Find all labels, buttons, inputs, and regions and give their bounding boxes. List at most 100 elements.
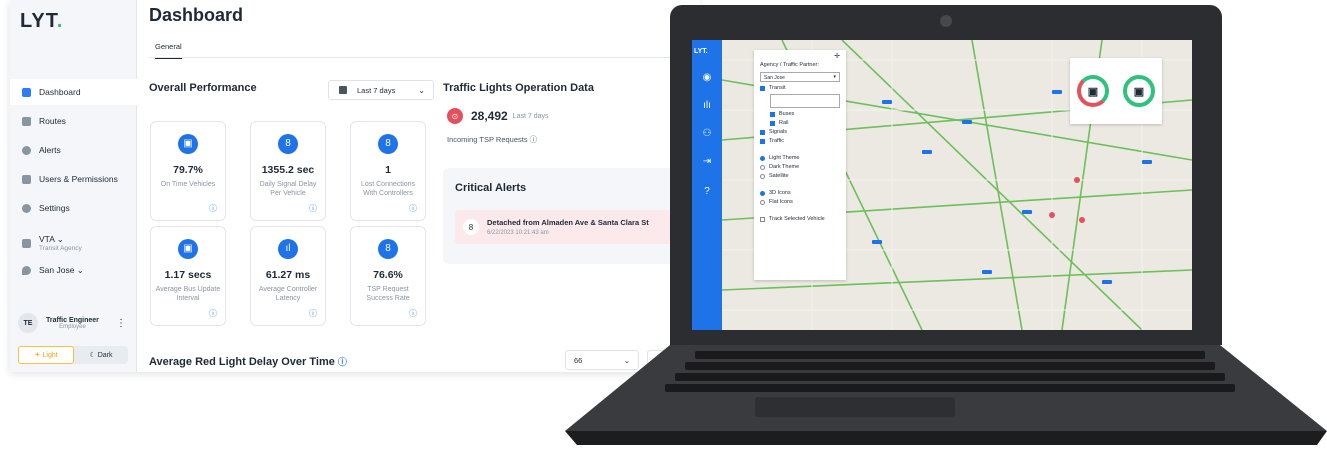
info-icon[interactable]: ⓘ [209, 308, 217, 319]
kpi-label: Daily Signal Delay Per Vehicle [259, 181, 317, 198]
panel-title: Agency / Traffic Partner: [760, 62, 819, 68]
kpi-label: On Time Vehicles [160, 181, 216, 188]
light-theme-button[interactable]: ☀ Light [18, 346, 74, 364]
sidebar-item-label: Alerts [39, 145, 61, 155]
kpi-value: 1355.2 sec [261, 164, 315, 176]
sidebar-item-settings[interactable]: Settings [10, 195, 137, 221]
routes-icon [22, 116, 31, 126]
period-value: Last 7 days [357, 85, 396, 95]
theme-light[interactable]: Light Theme [760, 155, 840, 161]
option-label: Dark Theme [769, 164, 800, 170]
kpi-card: ıl 61.27 ms Average Controller Latency ⓘ [250, 226, 326, 326]
radio-icon [760, 173, 765, 179]
alert-text: Detached from Almaden Ave & Santa Clara … [487, 218, 649, 227]
globe-icon[interactable]: ◉ [701, 72, 713, 83]
option-label: 3D Icons [769, 190, 791, 196]
users-icon [22, 174, 31, 184]
move-icon[interactable]: ✛ [834, 52, 840, 60]
logo: LYT. [694, 48, 708, 55]
option-buses[interactable]: Buses [770, 111, 840, 117]
agency-sub: Transit Agency [39, 245, 82, 252]
calendar-icon [339, 86, 347, 94]
info-icon[interactable]: ⓘ [309, 203, 317, 214]
rail-status-ring: ▣ [1123, 75, 1155, 107]
camera-icon [940, 15, 952, 27]
chart-icon[interactable]: ılı [701, 100, 713, 111]
traffic-light-icon: 8 [378, 134, 398, 154]
traffic-light-icon: 8 [278, 134, 298, 154]
divider [149, 57, 689, 58]
radio-icon [760, 190, 765, 196]
sidebar-item-users[interactable]: Users & Permissions [10, 166, 137, 192]
sidebar: LYT. Dashboard Routes Alerts Users & Per… [10, 0, 137, 372]
info-icon[interactable]: ⓘ [209, 203, 217, 214]
alerts-icon [22, 145, 31, 155]
city-selector[interactable]: San Jose ⌄ [10, 257, 137, 283]
tsp-stat: ⊙ 28,492 Last 7 days [447, 108, 549, 124]
alert-item[interactable]: 8 Detached from Almaden Ave & Santa Clara… [455, 210, 695, 244]
checkbox-icon [760, 85, 765, 91]
kpi-card: 8 76.6% TSP Request Success Rate ⓘ [350, 226, 426, 326]
delay-title: Average Red Light Delay Over Time [149, 356, 335, 368]
agency-dropdown[interactable]: San Jose [760, 72, 840, 82]
status-rings: ▣ ▣ [1070, 58, 1162, 124]
overall-performance-heading: Overall Performance [149, 82, 257, 94]
option-label: Buses [779, 111, 795, 117]
dashboard-icon [22, 87, 31, 97]
request-icon: ⊙ [447, 108, 463, 124]
agency-name: VTA ⌄ [39, 234, 64, 244]
theme-dark[interactable]: Dark Theme [760, 164, 840, 170]
info-icon[interactable]: ⓘ [409, 203, 417, 214]
option-label: Track Selected Vehicle [769, 216, 825, 222]
tsp-period: Last 7 days [512, 112, 549, 120]
gear-icon [22, 203, 31, 213]
theme-toggle: ☀ Light ☾ Dark [18, 346, 128, 364]
sidebar-item-routes[interactable]: Routes [10, 108, 137, 134]
kpi-value: 61.27 ms [265, 269, 311, 281]
map-view[interactable]: ✛ Agency / Traffic Partner: San Jose Tra… [722, 40, 1192, 330]
option-label: Satellite [769, 173, 789, 179]
option-rail[interactable]: Rail [770, 120, 840, 126]
radio-icon [760, 164, 765, 170]
sidebar-item-dashboard[interactable]: Dashboard [10, 79, 137, 105]
info-icon[interactable]: ⓘ [338, 357, 347, 367]
location-icon [22, 265, 31, 275]
critical-alerts-heading: Critical Alerts [455, 182, 527, 194]
help-icon[interactable]: ? [701, 186, 713, 197]
dashboard-window: LYT. Dashboard Routes Alerts Users & Per… [10, 0, 700, 372]
sidebar-item-label: Dashboard [39, 87, 81, 97]
avatar: TE [18, 313, 38, 333]
sidebar-item-label: Routes [39, 116, 66, 126]
icons-3d[interactable]: 3D Icons [760, 190, 840, 196]
transit-search-input[interactable] [770, 94, 840, 108]
option-signals[interactable]: Signals [760, 129, 840, 135]
option-transit[interactable]: Transit [760, 85, 840, 91]
kpi-value: 76.6% [373, 269, 403, 281]
map-sidebar: LYT. ◉ ılı ⚇ ⇥ ? [692, 40, 722, 330]
logo: LYT. [20, 10, 64, 32]
kpi-label: Lost Connections With Controllers [360, 181, 416, 198]
dark-theme-button[interactable]: ☾ Dark [74, 346, 128, 364]
info-icon[interactable]: ⓘ [309, 308, 317, 319]
info-icon[interactable]: ⓘ [409, 308, 417, 319]
laptop-lid: LYT. ◉ ılı ⚇ ⇥ ? ✛ Agency / Traffic Part… [670, 5, 1222, 345]
period-select[interactable]: Last 7 days ⌄ [328, 80, 434, 100]
agency-selector[interactable]: VTA ⌄ Transit Agency [10, 228, 137, 258]
user-role: Employee [59, 323, 86, 330]
users-icon[interactable]: ⚇ [701, 128, 713, 139]
city-label: San Jose ⌄ [39, 264, 84, 275]
radio-icon [760, 199, 765, 205]
building-icon [22, 238, 31, 248]
laptop-screen: LYT. ◉ ılı ⚇ ⇥ ? ✛ Agency / Traffic Part… [692, 40, 1192, 330]
delay-chart-heading: Average Red Light Delay Over Time ⓘ [149, 355, 347, 368]
radio-icon [760, 155, 765, 161]
checkbox-icon [770, 111, 775, 117]
kebab-menu-icon[interactable]: ⋮ [116, 318, 126, 329]
checkbox-icon [760, 129, 765, 135]
sidebar-item-alerts[interactable]: Alerts [10, 137, 137, 163]
tsp-count: 28,492 [471, 109, 508, 123]
track-vehicle-option[interactable]: Track Selected Vehicle [760, 216, 840, 222]
logout-icon[interactable]: ⇥ [701, 156, 713, 167]
user-profile[interactable]: TE Traffic Engineer Employee [18, 313, 99, 333]
user-name: Traffic Engineer [46, 316, 99, 324]
